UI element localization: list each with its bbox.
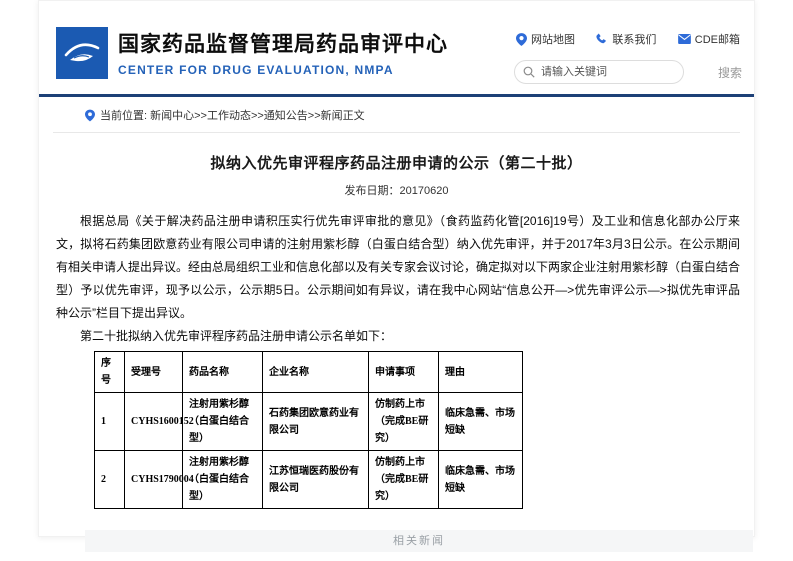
breadcrumb-wrap: 当前位置: 新闻中心>>工作动态>>通知公告>>新闻正文 [53, 97, 740, 133]
location-pin-icon [85, 109, 95, 121]
related-news-title: 相关新闻 [85, 530, 753, 552]
cell-company: 江苏恒瑞医药股份有限公司 [262, 450, 369, 509]
table-row: 1 CYHS1600152 注射用紫杉醇（白蛋白结合型） 石药集团欧意药业有限公… [94, 392, 523, 451]
col-header-seq: 序号 [94, 351, 125, 393]
table-header-row: 序号 受理号 药品名称 企业名称 申请事项 理由 [94, 351, 523, 393]
breadcrumb-label: 当前位置: 新闻中心>>工作动态>>通知公告>>新闻正文 [100, 110, 365, 122]
cde-mail-link[interactable]: CDE邮箱 [677, 31, 740, 47]
phone-icon [596, 33, 607, 44]
contact-label: 联系我们 [612, 34, 657, 46]
contact-link[interactable]: 联系我们 [596, 31, 656, 47]
article-paragraph: 根据总局《关于解决药品注册申请积压实行优先审评审批的意见》（食药监药化管[201… [56, 214, 741, 320]
priority-review-table: 序号 受理号 药品名称 企业名称 申请事项 理由 1 CYHS1600152 注… [94, 351, 523, 509]
col-header-company: 企业名称 [262, 351, 369, 393]
article-paragraph: 第二十批拟纳入优先审评程序药品注册申请公示名单如下： [80, 329, 393, 343]
cell-reason: 临床急需、市场短缺 [438, 392, 523, 451]
breadcrumb: 当前位置: 新闻中心>>工作动态>>通知公告>>新闻正文 [53, 97, 740, 132]
col-header-application: 申请事项 [368, 351, 439, 393]
cell-acceptance-no: CYHS1790004 [124, 450, 194, 509]
search-input[interactable] [514, 60, 684, 84]
quick-links: 网站地图 联系我们 CDE邮箱 [514, 31, 742, 47]
related-news-header-row: 序号 标题 发布日期 [85, 552, 753, 561]
article-title: 拟纳入优先审评程序药品注册申请的公示（第二十批） [210, 155, 583, 172]
cell-seq: 2 [94, 450, 125, 509]
cell-application: 仿制药上市（完成BE研究） [368, 450, 439, 509]
site-subtitle: CENTER FOR DRUG EVALUATION, NMPA [118, 62, 394, 77]
search-icon [523, 66, 535, 78]
cell-acceptance-no: CYHS1600152 [124, 392, 194, 451]
article-publish-date: 发布日期：20170620 [344, 185, 449, 197]
related-news-section: 相关新闻 序号 标题 发布日期 1 关于优化优先审评申请审核工作程序的通知 20… [85, 530, 753, 561]
cde-mail-label: CDE邮箱 [694, 34, 740, 46]
cell-seq: 1 [94, 392, 125, 451]
cde-logo [56, 27, 108, 79]
page-card: 国家药品监督管理局药品审评中心 CENTER FOR DRUG EVALUATI… [38, 0, 755, 552]
site-title: 国家药品监督管理局药品审评中心 [118, 32, 448, 56]
col-header-reason: 理由 [438, 351, 523, 393]
sitemap-label: 网站地图 [531, 34, 575, 46]
search-button[interactable]: 搜索 [718, 64, 742, 81]
table-row: 2 CYHS1790004 注射用紫杉醇（白蛋白结合型） 江苏恒瑞医药股份有限公… [94, 450, 523, 509]
cell-drug-name: 注射用紫杉醇（白蛋白结合型） [182, 392, 263, 451]
cell-application: 仿制药上市（完成BE研究） [368, 392, 439, 451]
mail-icon [677, 34, 691, 44]
location-pin-icon [516, 32, 527, 46]
cell-reason: 临床急需、市场短缺 [438, 450, 523, 509]
col-header-drug-name: 药品名称 [182, 351, 263, 393]
article-body: 根据总局《关于解决药品注册申请积压实行优先审评审批的意见》（食药监药化管[201… [56, 210, 740, 348]
cell-company: 石药集团欧意药业有限公司 [262, 392, 369, 451]
search-row: 搜索 [514, 60, 742, 84]
sitemap-link[interactable]: 网站地图 [516, 31, 575, 47]
col-header-acceptance-no: 受理号 [124, 351, 183, 393]
cde-logo-swoosh-icon [64, 43, 100, 62]
site-header: 国家药品监督管理局药品审评中心 CENTER FOR DRUG EVALUATI… [39, 1, 754, 92]
cell-drug-name: 注射用紫杉醇（白蛋白结合型） [182, 450, 263, 509]
